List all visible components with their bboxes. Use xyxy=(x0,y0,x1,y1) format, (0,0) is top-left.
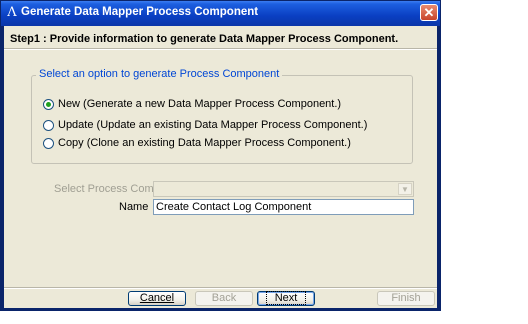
finish-button-label: Finish xyxy=(391,292,421,304)
name-field[interactable] xyxy=(153,199,414,215)
option-new[interactable]: New (Generate a new Data Mapper Process … xyxy=(43,97,341,111)
name-label: Name xyxy=(119,201,149,213)
dialog-content: Step1 : Provide information to generate … xyxy=(4,26,437,308)
title-bar[interactable]: Λ Generate Data Mapper Process Component… xyxy=(1,1,440,26)
radio-selected-dot xyxy=(46,101,51,107)
app-logo-icon: Λ xyxy=(7,5,17,20)
footer-divider xyxy=(4,287,437,289)
cancel-button[interactable]: Cancel xyxy=(128,291,186,306)
option-update-label[interactable]: Update (Update an existing Data Mapper P… xyxy=(58,119,367,131)
option-update[interactable]: Update (Update an existing Data Mapper P… xyxy=(43,118,367,132)
chevron-down-icon[interactable]: ▼ xyxy=(398,183,412,195)
close-button[interactable]: ✕ xyxy=(420,4,438,21)
option-copy[interactable]: Copy (Clone an existing Data Mapper Proc… xyxy=(43,136,351,150)
step-label: Step1 : Provide information to generate … xyxy=(10,33,399,45)
cancel-button-label: Cancel xyxy=(139,292,175,304)
header-divider xyxy=(4,48,437,50)
next-button-label: Next xyxy=(265,291,307,305)
radio-new[interactable] xyxy=(43,98,54,110)
option-copy-label[interactable]: Copy (Clone an existing Data Mapper Proc… xyxy=(58,137,351,149)
generate-component-dialog: Λ Generate Data Mapper Process Component… xyxy=(0,0,441,311)
back-button[interactable]: Back xyxy=(195,291,253,306)
back-button-label: Back xyxy=(211,292,237,304)
radio-copy[interactable] xyxy=(43,137,54,149)
option-new-label[interactable]: New (Generate a new Data Mapper Process … xyxy=(58,98,341,110)
window-title: Generate Data Mapper Process Component xyxy=(21,6,259,18)
radio-update[interactable] xyxy=(43,119,54,131)
select-process-component-dropdown[interactable]: ▼ xyxy=(153,181,414,197)
close-icon: ✕ xyxy=(423,5,435,20)
options-group-legend: Select an option to generate Process Com… xyxy=(36,68,283,80)
finish-button[interactable]: Finish xyxy=(377,291,435,306)
next-button[interactable]: Next xyxy=(257,291,315,306)
